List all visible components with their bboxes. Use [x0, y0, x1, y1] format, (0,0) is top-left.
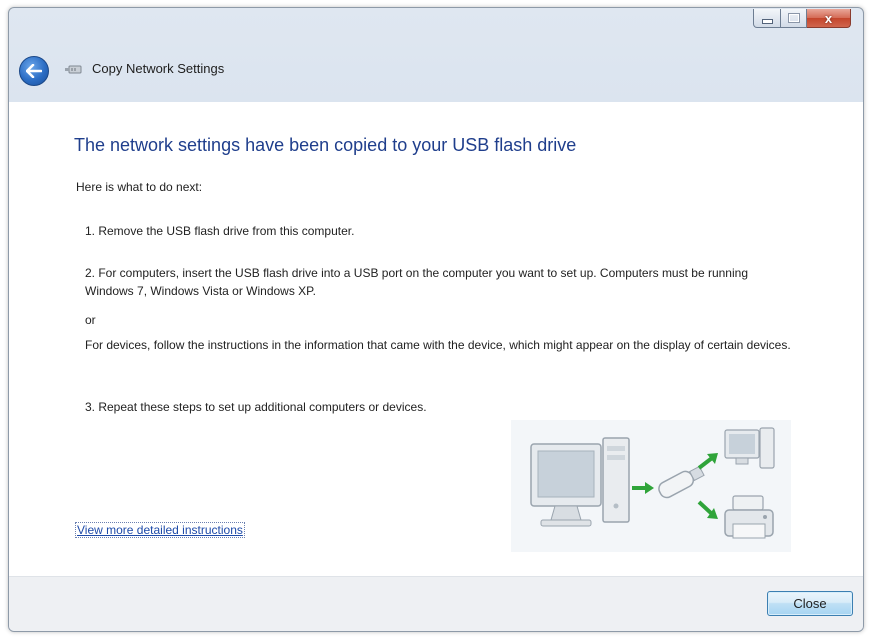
network-wizard-icon	[65, 65, 82, 74]
navigation-bar: Copy Network Settings	[9, 48, 863, 102]
transfer-illustration	[511, 420, 791, 552]
dialog-window: x Copy Network Settings The network sett…	[8, 7, 864, 632]
maximize-button[interactable]	[781, 9, 807, 28]
window-close-button[interactable]: x	[807, 9, 851, 28]
computer-usb-transfer-illustration	[530, 427, 775, 539]
dialog-footer: Close	[9, 576, 863, 631]
minimize-icon	[761, 18, 773, 24]
close-icon: x	[824, 10, 833, 26]
or-text: or	[85, 313, 96, 327]
step-remove-drive: 1. Remove the USB flash drive from this …	[85, 224, 355, 238]
minimize-button[interactable]	[753, 9, 781, 28]
close-button[interactable]: Close	[767, 591, 853, 616]
detailed-instructions-link[interactable]: View more detailed instructions	[75, 522, 245, 538]
step-insert-drive: 2. For computers, insert the USB flash d…	[85, 266, 748, 298]
back-arrow-icon	[26, 64, 42, 78]
back-button[interactable]	[19, 56, 49, 86]
step-repeat: 3. Repeat these steps to set up addition…	[85, 400, 427, 414]
content-area: The network settings have been copied to…	[9, 102, 863, 576]
page-heading: The network settings have been copied to…	[74, 135, 577, 155]
window-title: Copy Network Settings	[92, 61, 225, 76]
caption-buttons: x	[753, 9, 851, 28]
intro-text: Here is what to do next:	[76, 180, 203, 194]
maximize-icon	[787, 13, 800, 23]
step-devices: For devices, follow the instructions in …	[85, 338, 791, 352]
